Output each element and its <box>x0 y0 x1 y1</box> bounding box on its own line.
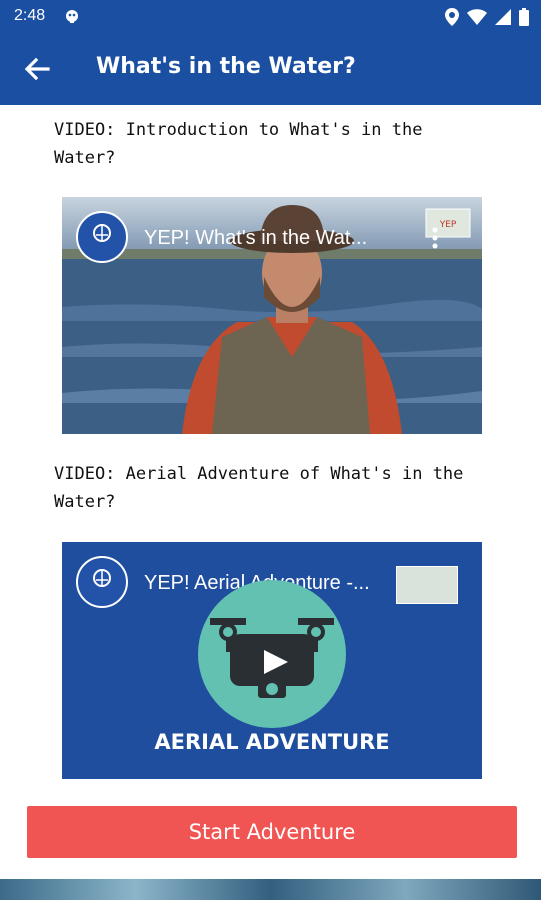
app-bar: What's in the Water? <box>0 34 541 105</box>
svg-text:YEP: YEP <box>439 220 457 230</box>
wifi-icon <box>467 9 487 25</box>
video-menu-icon[interactable] <box>432 227 438 249</box>
video-label-intro: VIDEO: Introduction to What's in the Wat… <box>54 120 423 168</box>
signal-icon <box>495 9 511 25</box>
status-bar: 2:48 <box>0 0 541 34</box>
location-icon <box>445 8 459 26</box>
start-adventure-button[interactable]: Start Adventure <box>27 806 517 858</box>
video-caption-aerial: AERIAL ADVENTURE <box>154 730 390 754</box>
status-icons <box>445 8 529 26</box>
video-player-intro[interactable]: YEP YEP! What's in the Wat... <box>62 197 482 434</box>
video-title-intro: YEP! What's in the Wat... <box>144 227 368 249</box>
battery-icon <box>519 8 529 26</box>
notification-icon <box>64 9 80 29</box>
video-player-aerial[interactable]: YEP! Aerial Adventure -... AERIAL ADVENT… <box>62 542 482 779</box>
back-arrow-icon[interactable] <box>22 54 52 84</box>
page-title: What's in the Water? <box>96 54 356 79</box>
status-time: 2:48 <box>14 7 46 24</box>
video-label-aerial: VIDEO: Aerial Adventure of What's in the… <box>54 464 464 512</box>
bottom-image-strip <box>0 879 541 900</box>
channel-logo <box>76 211 128 263</box>
